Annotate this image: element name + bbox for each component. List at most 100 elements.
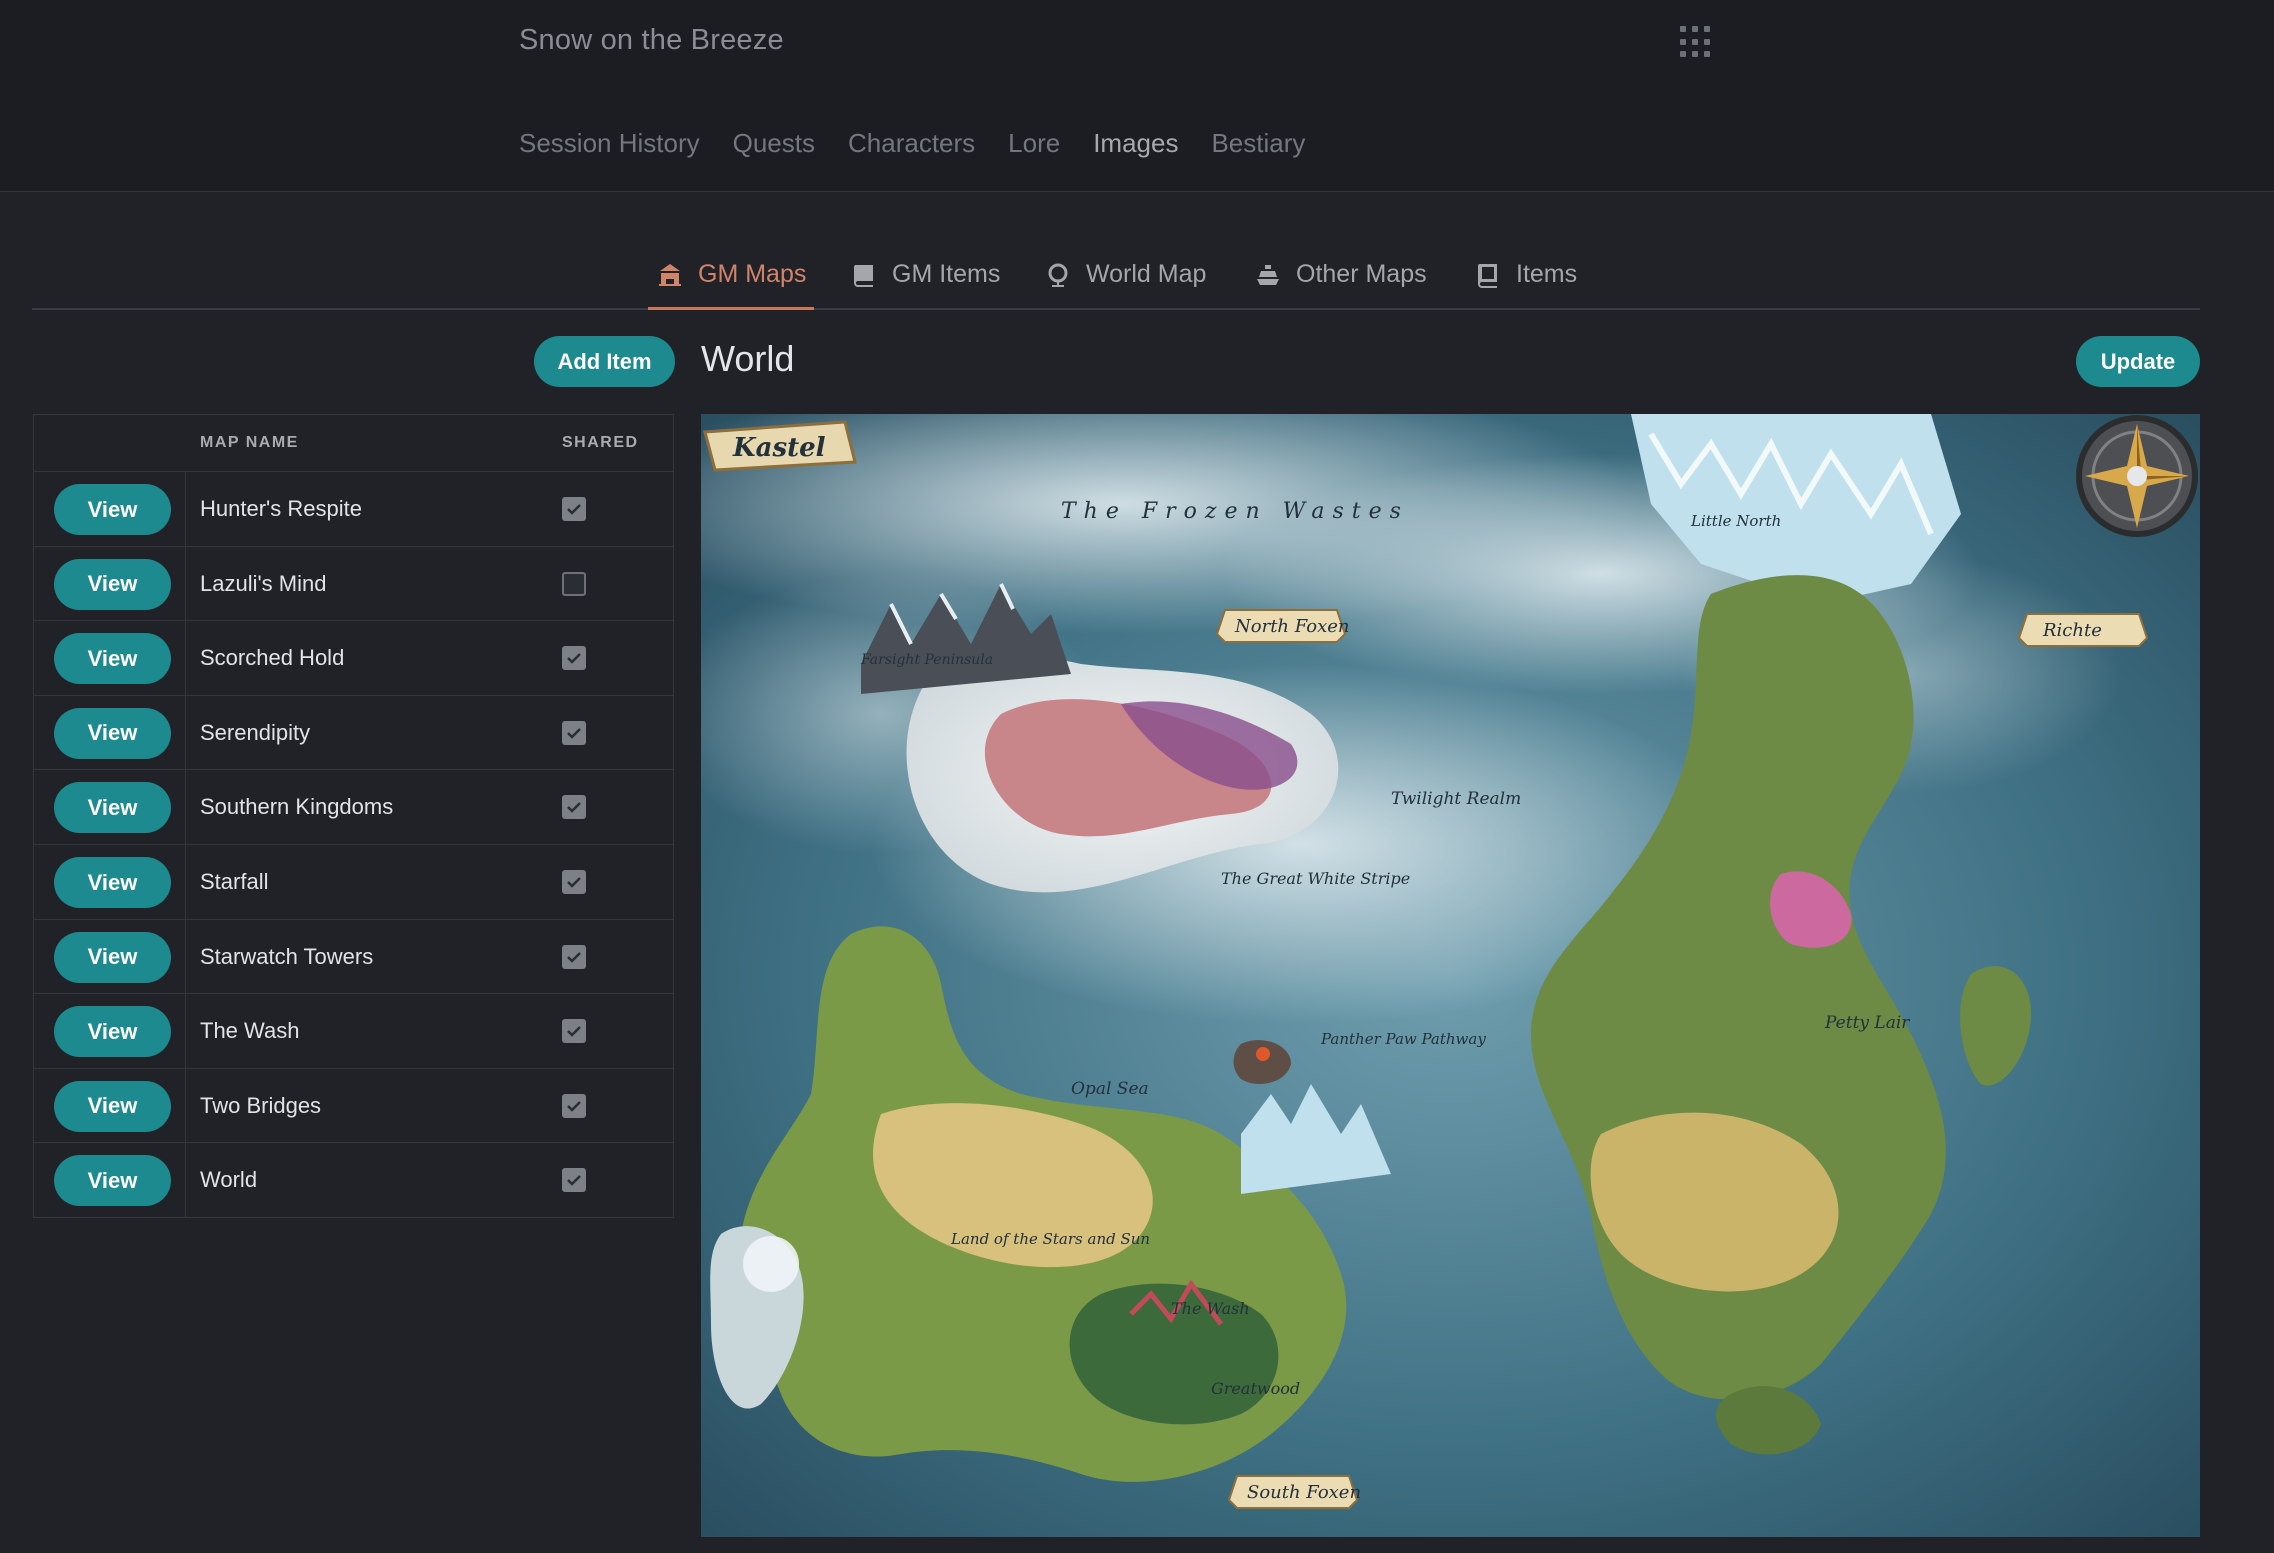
- column-divider: [185, 546, 186, 621]
- map-name: World: [200, 1167, 258, 1193]
- shared-checkbox[interactable]: [562, 1019, 586, 1044]
- map-label-south-foxen: South Foxen: [1247, 1482, 1361, 1503]
- map-title-banner: Kastel: [732, 433, 826, 463]
- view-button[interactable]: View: [54, 931, 171, 983]
- map-label-north-foxen: North Foxen: [1234, 616, 1349, 637]
- table-row: View World: [34, 1143, 673, 1218]
- shared-checkbox[interactable]: [562, 720, 586, 745]
- shared-checkbox[interactable]: [562, 795, 586, 820]
- map-label-twilight-realm: Twilight Realm: [1391, 789, 1521, 809]
- map-label-farsight: Farsight Peninsula: [860, 652, 993, 668]
- map-name: Scorched Hold: [200, 645, 345, 671]
- map-name: Lazuli's Mind: [200, 570, 327, 596]
- view-button[interactable]: View: [54, 633, 171, 685]
- view-button[interactable]: View: [54, 782, 171, 834]
- check-icon: [567, 1100, 581, 1112]
- table-row: View The Wash: [34, 994, 673, 1069]
- table-row: View Lazuli's Mind: [34, 546, 673, 622]
- maps-table: MAP NAME SHARED View Hunter's Respite View…: [33, 414, 674, 1218]
- column-divider: [185, 919, 186, 994]
- table-row: View Starwatch Towers: [34, 919, 673, 995]
- column-divider: [185, 472, 186, 546]
- tab-label: Other Maps: [1296, 260, 1427, 288]
- tab-items[interactable]: Items: [1466, 252, 1585, 310]
- app-title[interactable]: Snow on the Breeze: [519, 24, 784, 57]
- column-divider: [185, 1068, 186, 1143]
- shared-checkbox[interactable]: [562, 497, 586, 521]
- tab-world-map[interactable]: World Map: [1036, 252, 1214, 310]
- column-divider: [185, 1143, 186, 1218]
- map-label-opal-sea: Opal Sea: [1071, 1079, 1149, 1099]
- view-button[interactable]: View: [54, 1006, 171, 1058]
- shared-checkbox[interactable]: [562, 944, 586, 969]
- update-button[interactable]: Update: [2076, 336, 2200, 387]
- column-divider: [185, 994, 186, 1068]
- book-icon: [1478, 264, 1497, 288]
- shared-checkbox[interactable]: [562, 1168, 586, 1193]
- map-label-little-north: Little North: [1690, 512, 1781, 530]
- tab-label: Items: [1516, 260, 1578, 288]
- nav-bestiary[interactable]: Bestiary: [1211, 128, 1305, 159]
- map-label-petty-lair: Petty Lair: [1824, 1013, 1910, 1033]
- ship-icon: [1257, 265, 1279, 285]
- tab-gm-items[interactable]: GM Items: [842, 252, 1008, 310]
- shared-checkbox[interactable]: [562, 646, 586, 671]
- map-name: Starwatch Towers: [200, 943, 374, 969]
- map-name: Serendipity: [200, 719, 311, 745]
- add-item-button[interactable]: Add Item: [534, 336, 675, 387]
- tab-label: GM Items: [892, 260, 1001, 288]
- map-name: The Wash: [200, 1018, 300, 1044]
- view-button[interactable]: View: [54, 558, 171, 610]
- view-button[interactable]: View: [54, 484, 171, 535]
- check-icon: [567, 653, 581, 664]
- nav-characters[interactable]: Characters: [848, 128, 975, 159]
- map-label-white-stripe: The Great White Stripe: [1221, 869, 1410, 888]
- table-header: MAP NAME SHARED: [34, 415, 673, 472]
- nav-images[interactable]: Images: [1093, 128, 1178, 159]
- map-label-panther-paw: Panther Paw Pathway: [1320, 1030, 1486, 1048]
- map-name: Starfall: [200, 869, 269, 894]
- map-label-the-wash: The Wash: [1171, 1299, 1250, 1318]
- map-name: Hunter's Respite: [200, 496, 362, 521]
- map-name: Two Bridges: [200, 1092, 322, 1118]
- check-icon: [567, 951, 581, 963]
- image-category-tabs: GM Maps GM Items World Map Other Maps It…: [32, 252, 2200, 310]
- section-title: World: [701, 338, 795, 379]
- nav-lore[interactable]: Lore: [1008, 128, 1060, 159]
- col-header-map-name[interactable]: MAP NAME: [200, 434, 299, 452]
- nav-session-history[interactable]: Session History: [519, 128, 700, 159]
- shared-checkbox[interactable]: [562, 571, 586, 596]
- shared-checkbox[interactable]: [562, 1093, 586, 1118]
- col-header-shared[interactable]: SHARED: [562, 434, 639, 452]
- view-button[interactable]: View: [54, 1155, 171, 1207]
- map-label-richte: Richte: [2042, 620, 2102, 641]
- column-divider: [185, 695, 186, 770]
- nav-quests[interactable]: Quests: [733, 128, 815, 159]
- map-label-frozen-wastes: The Frozen Wastes: [1061, 499, 1409, 524]
- check-icon: [567, 504, 581, 515]
- book-stack-icon: [854, 265, 873, 287]
- globe-icon: [1048, 263, 1068, 287]
- tab-label: GM Maps: [698, 260, 807, 288]
- check-icon: [567, 877, 581, 888]
- check-icon: [567, 727, 581, 739]
- check-icon: [567, 1175, 581, 1187]
- map-name: Southern Kingdoms: [200, 794, 394, 820]
- map-label-greatwood: Greatwood: [1211, 1379, 1300, 1398]
- tab-other-maps[interactable]: Other Maps: [1246, 252, 1435, 310]
- view-button[interactable]: View: [54, 1080, 171, 1132]
- view-button[interactable]: View: [54, 707, 171, 759]
- tab-gm-maps[interactable]: GM Maps: [648, 252, 815, 310]
- apps-grid-icon[interactable]: [1680, 26, 1712, 58]
- view-button[interactable]: View: [54, 857, 171, 908]
- column-divider: [185, 845, 186, 919]
- shared-checkbox[interactable]: [562, 870, 586, 894]
- check-icon: [567, 802, 581, 814]
- world-map-image: Kastel North Foxen Richte South Foxen Th…: [701, 414, 2200, 1537]
- column-divider: [185, 770, 186, 844]
- table-row: View Serendipity: [34, 695, 673, 771]
- table-row: View Two Bridges: [34, 1068, 673, 1144]
- map-label-land-stars-sun: Land of the Stars and Sun: [950, 1230, 1150, 1248]
- column-divider: [185, 621, 186, 695]
- top-header: Snow on the Breeze Session History Quest…: [0, 0, 2274, 192]
